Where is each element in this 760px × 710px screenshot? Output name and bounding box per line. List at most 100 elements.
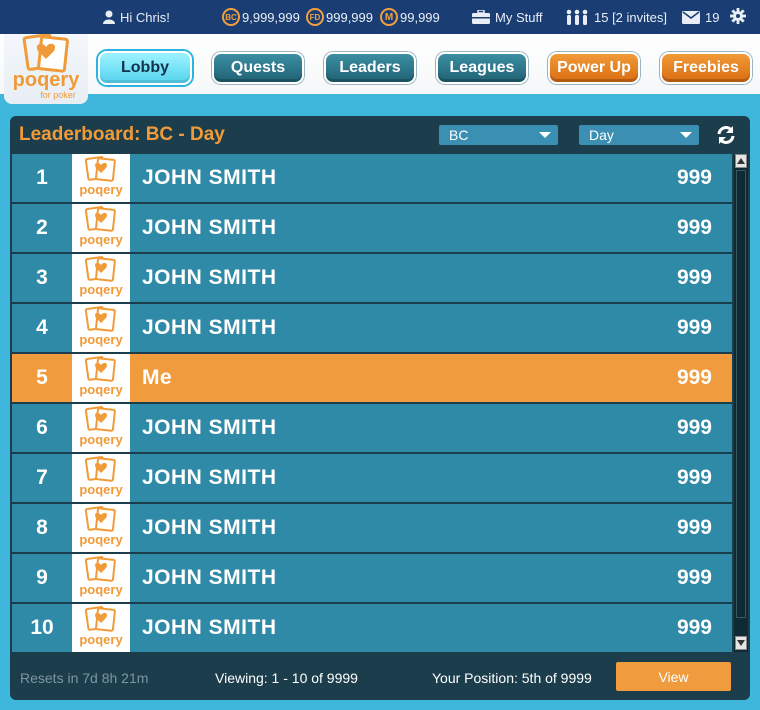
bc-balance[interactable]: BC 9,999,999: [222, 0, 300, 34]
svg-text:poqery: poqery: [79, 382, 123, 397]
leaderboard-row[interactable]: 1 poqery JOHN SMITH 999: [12, 154, 732, 202]
m-amount: 99,999: [400, 9, 440, 25]
player-score: 999: [676, 416, 712, 439]
player-score: 999: [676, 466, 712, 489]
row-rank: 8: [36, 516, 48, 539]
row-rank: 5: [36, 366, 48, 389]
nav-quests-button[interactable]: Quests: [212, 52, 304, 84]
player-score: 999: [676, 216, 712, 239]
bc-coin-icon: BC: [222, 8, 240, 26]
leaderboard-row[interactable]: 3 poqery JOHN SMITH 999: [12, 254, 732, 302]
player-score: 999: [676, 366, 712, 389]
player-name: JOHN SMITH: [142, 216, 277, 239]
settings-button[interactable]: [730, 0, 746, 34]
svg-text:poqery: poqery: [13, 69, 81, 91]
avatar: poqery: [72, 554, 130, 602]
player-score: 999: [676, 266, 712, 289]
gear-icon: [730, 7, 746, 27]
messages-count: 19: [705, 9, 720, 25]
avatar: poqery: [72, 504, 130, 552]
leaderboard-row[interactable]: 10 poqery JOHN SMITH 999: [12, 604, 732, 652]
svg-text:poqery: poqery: [79, 232, 123, 247]
period-select[interactable]: Day: [579, 125, 699, 145]
svg-text:poqery: poqery: [79, 282, 123, 297]
player-name: JOHN SMITH: [142, 166, 277, 189]
row-rank: 1: [36, 166, 48, 189]
svg-text:poqery: poqery: [79, 532, 123, 547]
scrollbar[interactable]: [734, 154, 748, 652]
friends-count: 15 [2 invites]: [594, 9, 667, 25]
arrow-down-icon: [737, 640, 745, 646]
avatar: poqery: [72, 204, 130, 252]
fd-balance[interactable]: FD 999,999: [306, 0, 373, 34]
scroll-down-button[interactable]: [735, 636, 747, 650]
leaderboard-row[interactable]: 2 poqery JOHN SMITH 999: [12, 204, 732, 252]
avatar: poqery: [72, 154, 130, 202]
leaderboard-row[interactable]: 4 poqery JOHN SMITH 999: [12, 304, 732, 352]
envelope-icon: [682, 10, 700, 24]
scroll-thumb[interactable]: [736, 170, 746, 618]
row-rank: 4: [36, 316, 48, 339]
player-score: 999: [676, 566, 712, 589]
chevron-down-icon: [539, 132, 551, 138]
svg-text:for poker: for poker: [40, 90, 76, 100]
avatar: poqery: [72, 604, 130, 652]
nav-power-up-button[interactable]: Power Up: [548, 52, 640, 84]
scroll-up-button[interactable]: [735, 154, 747, 168]
leaderboard-row[interactable]: 8 poqery JOHN SMITH 999: [12, 504, 732, 552]
row-rank: 3: [36, 266, 48, 289]
svg-text:poqery: poqery: [79, 182, 123, 197]
player-name: JOHN SMITH: [142, 466, 277, 489]
poqery-logo[interactable]: poqery for poker: [4, 33, 88, 104]
row-rank: 6: [36, 416, 48, 439]
avatar: poqery: [72, 404, 130, 452]
people-icon: [565, 9, 589, 25]
my-stuff-label: My Stuff: [495, 9, 543, 25]
nav-leaders-button[interactable]: Leaders: [324, 52, 416, 84]
player-score: 999: [676, 166, 712, 189]
friends-link[interactable]: 15 [2 invites]: [565, 0, 667, 34]
poqery-logo-mark: poqery for poker: [13, 33, 81, 100]
messages-link[interactable]: 19: [682, 0, 719, 34]
briefcase-icon: [472, 10, 490, 24]
m-balance[interactable]: M 99,999: [380, 0, 440, 34]
leaderboard-row[interactable]: 9 poqery JOHN SMITH 999: [12, 554, 732, 602]
player-name: JOHN SMITH: [142, 266, 277, 289]
player-name: JOHN SMITH: [142, 566, 277, 589]
currency-select-value: BC: [449, 127, 469, 143]
svg-text:poqery: poqery: [79, 482, 123, 497]
view-button[interactable]: View: [616, 662, 731, 691]
leaderboard-row[interactable]: 5 poqery Me 999: [12, 354, 732, 402]
main-nav: poqery for poker Lobby Quests Leaders Le…: [0, 33, 760, 104]
svg-text:poqery: poqery: [79, 632, 123, 647]
player-name: JOHN SMITH: [142, 316, 277, 339]
nav-freebies-button[interactable]: Freebies: [660, 52, 752, 84]
avatar: poqery: [72, 304, 130, 352]
player-name: Me: [142, 366, 173, 389]
row-rank: 2: [36, 216, 48, 239]
my-stuff-link[interactable]: My Stuff: [472, 0, 542, 34]
avatar: poqery: [72, 354, 130, 402]
leaderboard-row[interactable]: 7 poqery JOHN SMITH 999: [12, 454, 732, 502]
player-name: JOHN SMITH: [142, 616, 277, 639]
leaderboard-list: 1 poqery JOHN SMITH 999 2 poqery JOHN SMITH 999…: [12, 154, 732, 652]
fd-amount: 999,999: [326, 9, 373, 25]
currency-select[interactable]: BC: [439, 125, 558, 145]
arrow-up-icon: [737, 158, 745, 164]
refresh-button[interactable]: [715, 124, 737, 146]
leaderboard-footer: Resets in 7d 8h 21m Viewing: 1 - 10 of 9…: [10, 660, 750, 692]
reset-timer: Resets in 7d 8h 21m: [20, 670, 149, 686]
row-rank: 7: [36, 466, 48, 489]
viewing-range: Viewing: 1 - 10 of 9999: [215, 670, 358, 686]
svg-text:poqery: poqery: [79, 432, 123, 447]
period-select-value: Day: [589, 127, 614, 143]
leaderboard-row[interactable]: 6 poqery JOHN SMITH 999: [12, 404, 732, 452]
refresh-icon: [717, 126, 735, 144]
nav-leagues-button[interactable]: Leagues: [436, 52, 528, 84]
row-rank: 9: [36, 566, 48, 589]
m-coin-icon: M: [380, 8, 398, 26]
player-score: 999: [676, 516, 712, 539]
player-name: JOHN SMITH: [142, 416, 277, 439]
nav-lobby-button[interactable]: Lobby: [98, 51, 192, 85]
user-greeting[interactable]: Hi Chris!: [103, 0, 170, 34]
